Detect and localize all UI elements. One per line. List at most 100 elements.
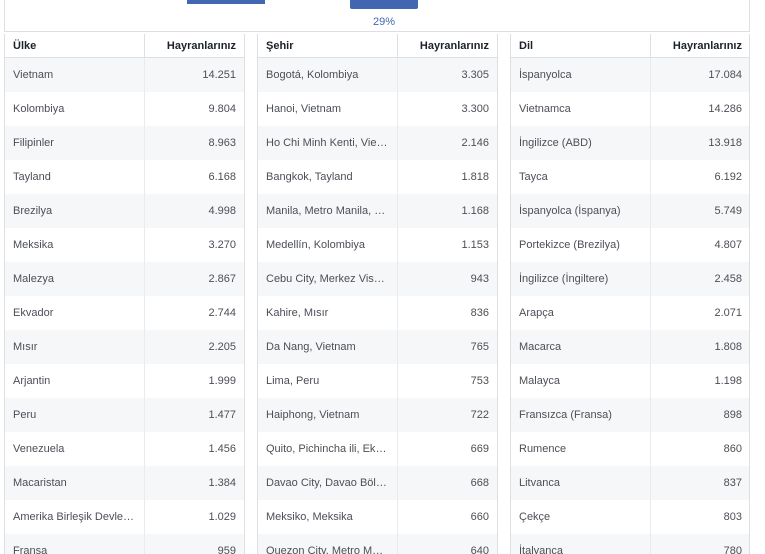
column-header-country[interactable]: Ülke [5, 34, 144, 58]
row-fans-cell: 765 [396, 330, 497, 364]
row-fans-cell: 2.744 [143, 296, 244, 330]
city-panel: Şehir Hayranlarınız Bogotá, Kolombiya 3.3… [257, 34, 498, 554]
row-name-cell: Medellín, Kolombiya [258, 228, 397, 262]
column-header-city[interactable]: Şehir [258, 34, 397, 58]
row-name-cell: Manila, Metro Manila, Filipinler [258, 194, 397, 228]
column-header-fans[interactable]: Hayranlarınız [649, 34, 749, 58]
country-panel: Ülke Hayranlarınız Vietnam 14.251 Kolombiy… [4, 34, 245, 554]
table-row: Meksika 3.270 [5, 228, 244, 262]
row-name-cell: İspanyolca (İspanya) [511, 194, 650, 228]
row-fans-cell: 753 [396, 364, 497, 398]
table-row: Malezya 2.867 [5, 262, 244, 296]
table-row: Medellín, Kolombiya 1.153 [258, 228, 497, 262]
row-name-cell: Ho Chi Minh Kenti, Vietnam [258, 126, 397, 160]
row-name-cell: Hanoi, Vietnam [258, 92, 397, 126]
row-name-cell: Litvanca [511, 466, 650, 500]
row-fans-cell: 3.305 [396, 57, 497, 92]
table-header-row: Şehir Hayranlarınız [258, 34, 497, 58]
row-name-cell: Macarca [511, 330, 650, 364]
column-header-fans[interactable]: Hayranlarınız [143, 34, 244, 58]
row-name-cell: İtalyanca [511, 534, 650, 554]
table-row: Amerika Birleşik Devletleri 1.029 [5, 500, 244, 534]
row-fans-cell: 959 [143, 534, 244, 554]
row-fans-cell: 1.818 [396, 160, 497, 194]
table-row: Davao City, Davao Bölgesi 668 [258, 466, 497, 500]
row-fans-cell: 669 [396, 432, 497, 466]
row-fans-cell: 4.998 [143, 194, 244, 228]
row-name-cell: Fransızca (Fransa) [511, 398, 650, 432]
row-fans-cell: 1.198 [649, 364, 749, 398]
row-fans-cell: 14.251 [143, 57, 244, 92]
row-name-cell: Filipinler [5, 126, 144, 160]
table-row: Macarca 1.808 [511, 330, 749, 364]
row-name-cell: Vietnam [5, 57, 144, 92]
row-name-cell: Brezilya [5, 194, 144, 228]
table-row: İngilizce (İngiltere) 2.458 [511, 262, 749, 296]
table-row: Ho Chi Minh Kenti, Vietnam 2.146 [258, 126, 497, 160]
city-table: Şehir Hayranlarınız Bogotá, Kolombiya 3.3… [258, 34, 497, 554]
row-name-cell: Bogotá, Kolombiya [258, 57, 397, 92]
row-name-cell: Malayca [511, 364, 650, 398]
table-row: Çekçe 803 [511, 500, 749, 534]
row-fans-cell: 1.808 [649, 330, 749, 364]
row-name-cell: Cebu City, Merkez Visayas [258, 262, 397, 296]
table-row: Bogotá, Kolombiya 3.305 [258, 57, 497, 92]
row-name-cell: Malezya [5, 262, 144, 296]
row-name-cell: Macaristan [5, 466, 144, 500]
row-fans-cell: 943 [396, 262, 497, 296]
table-row: Tayca 6.192 [511, 160, 749, 194]
row-fans-cell: 5.749 [649, 194, 749, 228]
row-name-cell: Portekizce (Brezilya) [511, 228, 650, 262]
table-row: Kahire, Mısır 836 [258, 296, 497, 330]
row-fans-cell: 780 [649, 534, 749, 554]
row-fans-cell: 13.918 [649, 126, 749, 160]
table-row: Ekvador 2.744 [5, 296, 244, 330]
table-row: Macaristan 1.384 [5, 466, 244, 500]
table-row: Fransızca (Fransa) 898 [511, 398, 749, 432]
row-fans-cell: 660 [396, 500, 497, 534]
row-fans-cell: 1.477 [143, 398, 244, 432]
table-row: Vietnam 14.251 [5, 57, 244, 92]
table-row: Arjantin 1.999 [5, 364, 244, 398]
row-name-cell: Davao City, Davao Bölgesi [258, 466, 397, 500]
row-name-cell: Mısır [5, 330, 144, 364]
progress-percent-label: 29% [373, 16, 396, 28]
progress-bar-area: 29% [4, 0, 750, 32]
table-row: Kolombiya 9.804 [5, 92, 244, 126]
column-header-language[interactable]: Dil [511, 34, 650, 58]
row-name-cell: Peru [5, 398, 144, 432]
row-fans-cell: 668 [396, 466, 497, 500]
row-name-cell: Kolombiya [5, 92, 144, 126]
row-fans-cell: 9.804 [143, 92, 244, 126]
language-panel: Dil Hayranlarınız İspanyolca 17.084 Vietna… [510, 34, 750, 554]
row-fans-cell: 3.300 [396, 92, 497, 126]
row-name-cell: Meksika [5, 228, 144, 262]
table-row: Venezuela 1.456 [5, 432, 244, 466]
table-row: Meksiko, Meksika 660 [258, 500, 497, 534]
table-row: İspanyolca (İspanya) 5.749 [511, 194, 749, 228]
table-row: Tayland 6.168 [5, 160, 244, 194]
table-row: Portekizce (Brezilya) 4.807 [511, 228, 749, 262]
row-fans-cell: 14.286 [649, 92, 749, 126]
progress-highlight [350, 0, 418, 9]
row-name-cell: Tayca [511, 160, 650, 194]
table-row: İspanyolca 17.084 [511, 57, 749, 92]
row-fans-cell: 722 [396, 398, 497, 432]
row-name-cell: Fransa [5, 534, 144, 554]
row-fans-cell: 8.963 [143, 126, 244, 160]
column-header-fans[interactable]: Hayranlarınız [396, 34, 497, 58]
table-row: İtalyanca 780 [511, 534, 749, 554]
row-name-cell: Arjantin [5, 364, 144, 398]
row-name-cell: İspanyolca [511, 57, 650, 92]
table-row: Hanoi, Vietnam 3.300 [258, 92, 497, 126]
table-row: Da Nang, Vietnam 765 [258, 330, 497, 364]
row-name-cell: Bangkok, Tayland [258, 160, 397, 194]
row-fans-cell: 1.168 [396, 194, 497, 228]
row-fans-cell: 803 [649, 500, 749, 534]
row-fans-cell: 898 [649, 398, 749, 432]
table-row: Cebu City, Merkez Visayas 943 [258, 262, 497, 296]
row-name-cell: Haiphong, Vietnam [258, 398, 397, 432]
table-row: Bangkok, Tayland 1.818 [258, 160, 497, 194]
row-fans-cell: 2.071 [649, 296, 749, 330]
table-row: Lima, Peru 753 [258, 364, 497, 398]
